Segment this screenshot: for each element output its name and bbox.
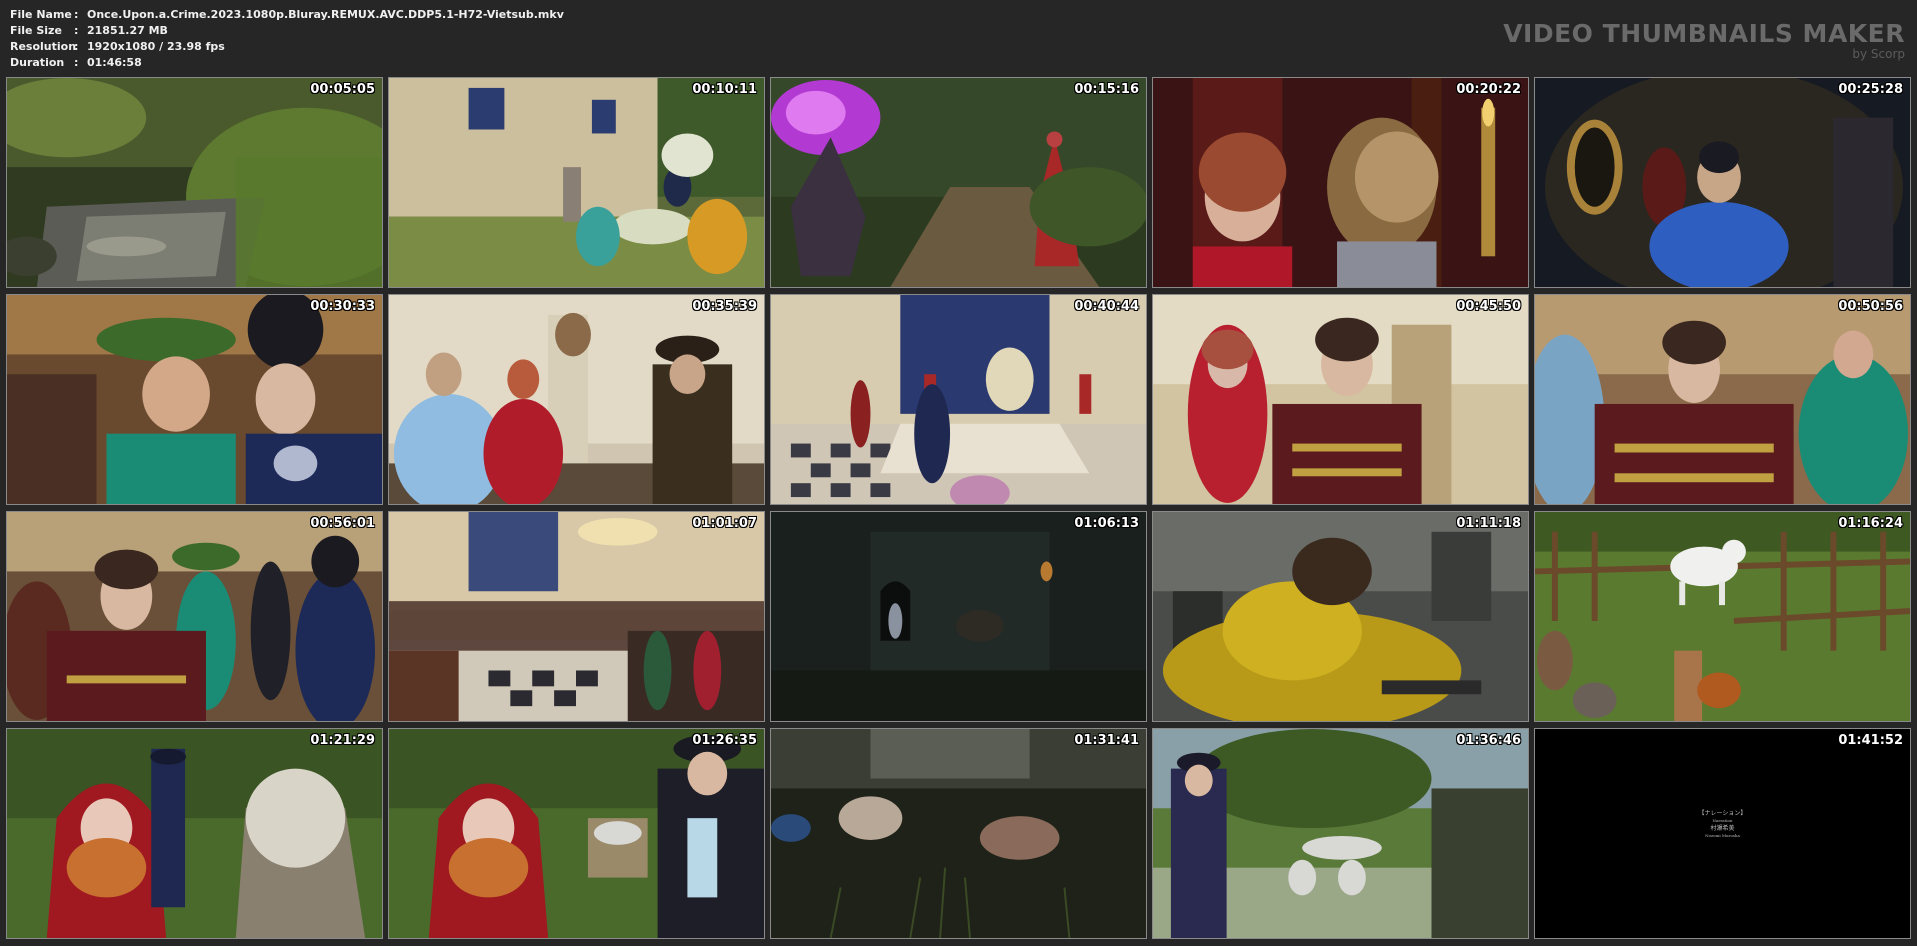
brand-title: VIDEO THUMBNAILS MAKER [1503, 19, 1905, 48]
magic-forest-path-image [771, 78, 1146, 287]
thumbnail-tile[interactable]: 01:16:24 [1534, 511, 1911, 722]
yellow-gown-floor-image [1153, 512, 1528, 721]
timestamp-label: 01:01:07 [692, 516, 757, 531]
brand-logo: VIDEO THUMBNAILS MAKER by Scorp [1503, 19, 1905, 62]
timestamp-label: 00:35:39 [692, 299, 757, 314]
thumbnail-tile[interactable]: 01:06:13 [770, 511, 1147, 722]
timestamp-label: 00:05:05 [310, 82, 375, 97]
dark-castle-night-image [771, 512, 1146, 721]
file-name-value: Once.Upon.a.Crime.2023.1080p.Bluray.REMU… [87, 8, 564, 21]
garden-man-in-coat-image [1153, 729, 1528, 938]
prince-and-girl-image [1153, 295, 1528, 504]
goat-pen-image [1535, 512, 1910, 721]
thumbnail-tile[interactable]: 【ナレーション】 Narration 村瀬希美 Nozomi Murosha 0… [1534, 728, 1911, 939]
thumbnail-tile[interactable]: 01:26:35 [388, 728, 765, 939]
thumbnail-tile[interactable]: 00:50:56 [1534, 294, 1911, 505]
thumbnail-tile[interactable]: 00:30:33 [6, 294, 383, 505]
resolution-value: 1920x1080 / 23.98 fps [87, 40, 225, 53]
timestamp-label: 00:45:50 [1456, 299, 1521, 314]
timestamp-label: 00:20:22 [1456, 82, 1521, 97]
two-women-red-curtain-image [1153, 78, 1528, 287]
thumbnail-tile[interactable]: 00:35:39 [388, 294, 765, 505]
thumbnail-tile[interactable]: 01:21:29 [6, 728, 383, 939]
timestamp-label: 01:26:35 [692, 733, 757, 748]
duration-value: 01:46:58 [87, 56, 142, 69]
file-size-value: 21851.27 MB [87, 24, 168, 37]
ball-crowd-hats-image [7, 295, 382, 504]
file-name-label: File Name [10, 8, 72, 21]
thumbnail-tile[interactable]: 01:36:46 [1152, 728, 1529, 939]
timestamp-label: 01:36:46 [1456, 733, 1521, 748]
timestamp-label: 00:30:33 [310, 299, 375, 314]
credit-line: Nozomi Murosha [1705, 833, 1740, 838]
separator: : [74, 40, 79, 53]
file-size-row: File Size : 21851.27 MB [10, 23, 564, 39]
timestamp-label: 01:21:29 [310, 733, 375, 748]
thumbnail-tile[interactable]: 00:56:01 [6, 511, 383, 722]
credit-line: 村瀬希美 [1710, 825, 1735, 832]
thumbnail-tile[interactable]: 00:20:22 [1152, 77, 1529, 288]
thumbnail-tile[interactable]: 01:11:18 [1152, 511, 1529, 722]
garden-tea-party-image [389, 78, 764, 287]
red-hood-and-officer-image [389, 729, 764, 938]
end-credits-text: 【ナレーション】 Narration 村瀬希美 Nozomi Murosha [1535, 809, 1910, 839]
timestamp-label: 00:10:11 [692, 82, 757, 97]
separator: : [74, 56, 79, 69]
throne-room-image [771, 295, 1146, 504]
resolution-row: Resolution : 1920x1080 / 23.98 fps [10, 39, 564, 55]
forest-stream-image [7, 78, 382, 287]
palace-hall-conversation-image [389, 295, 764, 504]
timestamp-label: 00:56:01 [310, 516, 375, 531]
timestamp-label: 00:50:56 [1838, 299, 1903, 314]
bare-feet-grass-image [771, 729, 1146, 938]
thumbnail-tile[interactable]: 01:01:07 [388, 511, 765, 722]
separator: : [74, 8, 79, 21]
file-size-label: File Size [10, 24, 62, 37]
thumbnail-grid: 00:05:05 00:10:11 00:15:16 00:20:22 00:2… [6, 77, 1911, 939]
thumbnail-tile[interactable]: 00:15:16 [770, 77, 1147, 288]
thumbnail-tile[interactable]: 00:40:44 [770, 294, 1147, 505]
timestamp-label: 00:25:28 [1838, 82, 1903, 97]
thumbnail-tile[interactable]: 00:10:11 [388, 77, 765, 288]
prince-with-guests-image [7, 512, 382, 721]
timestamp-label: 01:06:13 [1074, 516, 1139, 531]
timestamp-label: 01:41:52 [1838, 733, 1903, 748]
thumbnail-tile[interactable]: 01:31:41 [770, 728, 1147, 939]
credit-line: 【ナレーション】 [1698, 810, 1747, 817]
info-header: File Name : Once.Upon.a.Crime.2023.1080p… [0, 0, 1917, 76]
prince-ballroom-image [1535, 295, 1910, 504]
timestamp-label: 00:15:16 [1074, 82, 1139, 97]
file-name-row: File Name : Once.Upon.a.Crime.2023.1080p… [10, 7, 564, 23]
timestamp-label: 01:11:18 [1456, 516, 1521, 531]
thumbnail-tile[interactable]: 00:25:28 [1534, 77, 1911, 288]
red-hood-and-guard-image [7, 729, 382, 938]
thumbnail-tile[interactable]: 00:45:50 [1152, 294, 1529, 505]
pumpkin-carriage-interior-image [1535, 78, 1910, 287]
timestamp-label: 00:40:44 [1074, 299, 1139, 314]
brand-subtitle: by Scorp [1852, 47, 1905, 61]
separator: : [74, 24, 79, 37]
grand-ballroom-image [389, 512, 764, 721]
timestamp-label: 01:31:41 [1074, 733, 1139, 748]
duration-label: Duration [10, 56, 65, 69]
thumbnail-tile[interactable]: 00:05:05 [6, 77, 383, 288]
resolution-label: Resolution [10, 40, 77, 53]
timestamp-label: 01:16:24 [1838, 516, 1903, 531]
duration-row: Duration : 01:46:58 [10, 55, 564, 71]
file-info: File Name : Once.Upon.a.Crime.2023.1080p… [10, 7, 564, 71]
